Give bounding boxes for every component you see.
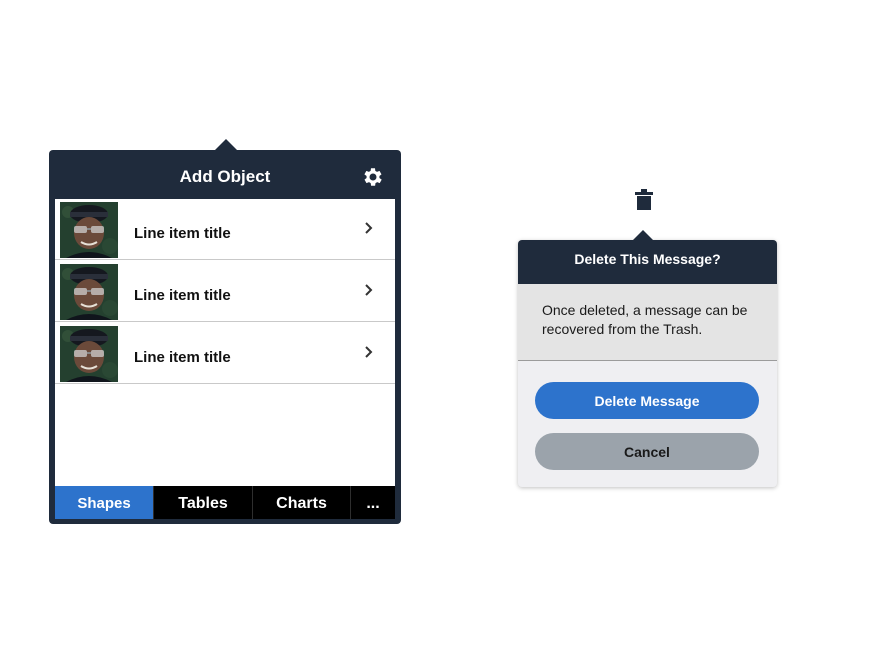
- avatar-thumbnail: [60, 326, 118, 382]
- popover-title: Add Object: [179, 167, 271, 186]
- chevron-right-icon: [365, 346, 373, 358]
- trash-icon[interactable]: [634, 188, 654, 212]
- tab-more[interactable]: ...: [351, 486, 395, 519]
- alert-message: Once deleted, a message can be recovered…: [542, 302, 748, 337]
- list-item[interactable]: Line item title: [55, 199, 395, 260]
- tab-shapes[interactable]: Shapes: [55, 486, 154, 519]
- chevron-right-icon: [365, 222, 373, 234]
- avatar-thumbnail: [60, 202, 118, 258]
- cancel-button[interactable]: Cancel: [535, 433, 759, 470]
- popover-header: Add Object: [49, 150, 401, 200]
- list-item-label: Line item title: [134, 287, 231, 304]
- tab-charts[interactable]: Charts: [253, 486, 351, 519]
- delete-alert: Delete This Message? Once deleted, a mes…: [518, 230, 777, 487]
- tab-bar: Shapes Tables Charts ...: [55, 486, 395, 519]
- alert-body: Once deleted, a message can be recovered…: [518, 284, 777, 361]
- tab-tables[interactable]: Tables: [154, 486, 253, 519]
- list-item-label: Line item title: [134, 225, 231, 242]
- object-list: Line item title Line item title Line ite…: [55, 199, 395, 486]
- list-item[interactable]: Line item title: [55, 323, 395, 384]
- chevron-right-icon: [365, 284, 373, 296]
- alert-title: Delete This Message?: [574, 251, 721, 267]
- avatar-thumbnail: [60, 264, 118, 320]
- list-item[interactable]: Line item title: [55, 261, 395, 322]
- delete-message-button[interactable]: Delete Message: [535, 382, 759, 419]
- alert-header: Delete This Message?: [518, 240, 777, 284]
- gear-icon[interactable]: [361, 165, 385, 189]
- list-item-label: Line item title: [134, 349, 231, 366]
